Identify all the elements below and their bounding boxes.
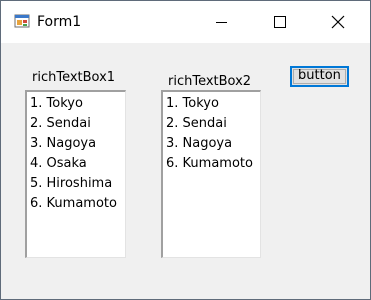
label-richtextbox1: richTextBox1 [32,70,116,85]
button[interactable]: button [290,66,349,87]
window-title: Form1 [37,14,82,30]
richtextbox2-line: 6. Kumamoto [166,156,253,171]
button-label: button [298,68,341,83]
title-bar[interactable]: Form1 [1,1,370,43]
richtextbox1-line: 2. Sendai [30,116,91,131]
close-icon [331,15,345,29]
richtextbox2-line: 3. Nagoya [166,136,233,151]
windows-form-icon [14,14,30,28]
maximize-button[interactable] [251,1,307,43]
richtextbox1-line: 5. Hiroshima [30,176,113,191]
richtextbox1-line: 4. Osaka [30,156,87,171]
richtextbox1-line: 6. Kumamoto [30,196,117,211]
minimize-button[interactable] [194,1,250,43]
richtextbox2-line: 2. Sendai [166,116,227,131]
richtextbox1[interactable]: 1. Tokyo 2. Sendai 3. Nagoya 4. Osaka 5.… [25,90,126,258]
maximize-icon [274,16,286,28]
close-button[interactable] [310,1,366,43]
richtextbox2-line: 1. Tokyo [166,96,219,111]
label-richtextbox2: richTextBox2 [168,74,252,89]
form-window: Form1 richTextBox1 richTextBox2 1. Tokyo… [0,0,371,300]
richtextbox1-line: 3. Nagoya [30,136,97,151]
richtextbox1-line: 1. Tokyo [30,96,83,111]
richtextbox2[interactable]: 1. Tokyo 2. Sendai 3. Nagoya 6. Kumamoto [161,90,261,258]
minimize-icon [216,22,227,23]
